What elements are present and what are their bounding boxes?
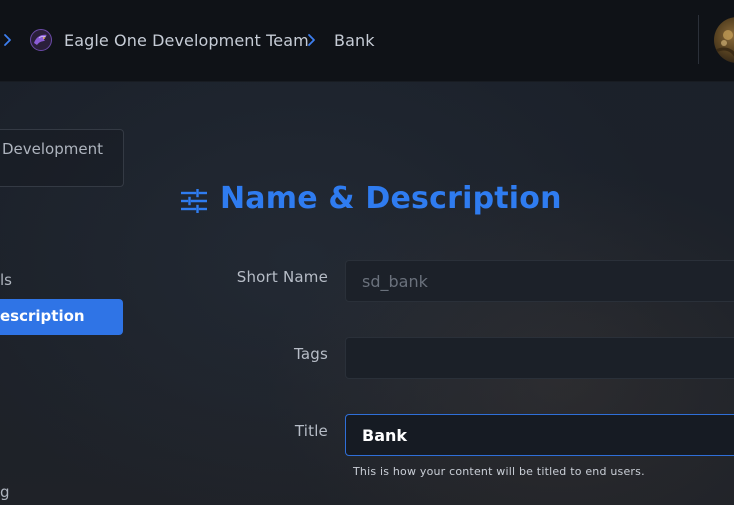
org-logo-icon bbox=[30, 29, 52, 51]
title-label: Title bbox=[294, 422, 328, 440]
title-help-text: This is how your content will be titled … bbox=[353, 465, 645, 478]
top-bar: Eagle One Development Team Bank bbox=[0, 0, 734, 82]
short-name-label: Short Name bbox=[236, 268, 328, 286]
sliders-icon bbox=[181, 189, 207, 213]
chevron-right-icon bbox=[308, 34, 315, 46]
chevron-right-icon bbox=[4, 34, 11, 46]
sidebar-item-lower[interactable]: g bbox=[0, 483, 10, 501]
avatar-image-icon bbox=[715, 30, 734, 57]
tags-input[interactable] bbox=[345, 337, 734, 379]
title-input[interactable] bbox=[345, 414, 734, 456]
topbar-divider bbox=[698, 15, 699, 64]
sidebar-org-card[interactable] bbox=[0, 129, 124, 187]
page: Eagle One Development Team Bank Developm… bbox=[0, 0, 734, 505]
sidebar-org-card-label: Development bbox=[2, 140, 103, 158]
sidebar-item-active-label: escription bbox=[0, 307, 85, 325]
tags-label: Tags bbox=[293, 345, 328, 363]
user-avatar[interactable] bbox=[714, 17, 734, 63]
breadcrumb-current: Bank bbox=[334, 31, 375, 50]
short-name-input[interactable] bbox=[345, 260, 734, 302]
breadcrumb-org-link[interactable]: Eagle One Development Team bbox=[64, 0, 309, 81]
sidebar-item-details[interactable]: ls bbox=[0, 271, 12, 289]
section-title: Name & Description bbox=[220, 181, 562, 216]
